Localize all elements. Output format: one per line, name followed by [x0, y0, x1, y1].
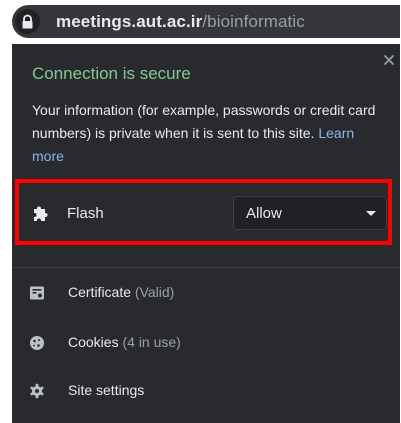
close-icon [384, 55, 394, 65]
url-host: meetings.aut.ac.ir [56, 12, 203, 31]
divider [12, 267, 400, 268]
certificate-item[interactable]: Certificate (Valid) [12, 273, 400, 313]
flash-permission-row: Flash Allow [12, 186, 400, 242]
cookies-item[interactable]: Cookies (4 in use) [12, 323, 400, 363]
chevron-down-icon [366, 211, 376, 216]
site-settings-label: Site settings [68, 382, 145, 398]
flash-permission-value: Allow [246, 205, 282, 222]
close-button[interactable] [382, 53, 396, 67]
address-bar: meetings.aut.ac.ir/bioinformatic [0, 0, 401, 44]
connection-title: Connection is secure [32, 64, 191, 83]
connection-description: Your information (for example, passwords… [32, 99, 388, 168]
site-info-button[interactable] [15, 9, 40, 34]
url-path: /bioinformatic [202, 12, 305, 31]
url-text[interactable]: meetings.aut.ac.ir/bioinformatic [56, 12, 305, 32]
lock-icon [22, 14, 33, 29]
cookies-text: Cookies [68, 334, 119, 350]
cookie-icon [29, 335, 45, 356]
puzzle-icon [33, 205, 51, 228]
flash-permission-select[interactable]: Allow [233, 196, 387, 230]
certificate-label: Certificate (Valid) [68, 284, 174, 300]
certificate-text: Certificate [68, 284, 132, 300]
flash-label: Flash [67, 205, 104, 222]
omnibox[interactable]: meetings.aut.ac.ir/bioinformatic [12, 5, 400, 38]
certificate-icon [29, 285, 45, 306]
page-info-popup: Connection is secure Your information (f… [12, 44, 400, 423]
cookies-label: Cookies (4 in use) [68, 334, 181, 350]
site-settings-item[interactable]: Site settings [12, 371, 400, 411]
cookies-count: (4 in use) [122, 334, 181, 350]
gear-icon [29, 383, 45, 404]
certificate-status: (Valid) [134, 284, 175, 300]
